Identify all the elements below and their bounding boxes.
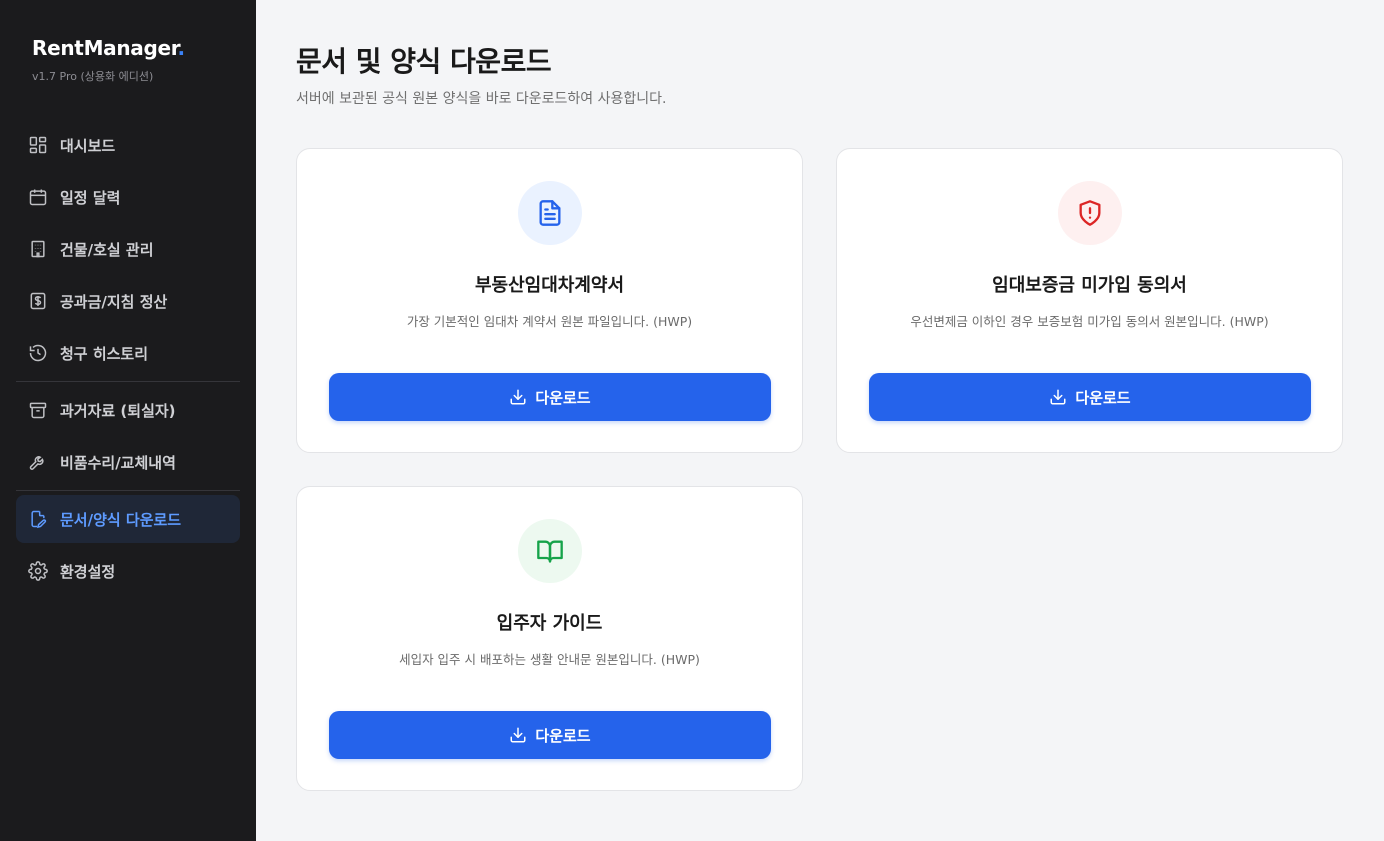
document-card-tenant-guide: 입주자 가이드 세입자 입주 시 배포하는 생활 안내문 원본입니다. (HWP… <box>296 486 803 791</box>
sidebar-item-history[interactable]: 청구 히스토리 <box>16 329 240 377</box>
download-button[interactable]: 다운로드 <box>329 373 771 421</box>
building-icon <box>28 239 48 259</box>
download-icon <box>510 389 526 405</box>
brand: RentManager. v1.7 Pro (상용화 에디션) <box>32 36 185 84</box>
sidebar-item-label: 대시보드 <box>60 136 116 155</box>
sidebar-item-repairs[interactable]: 비품수리/교체내역 <box>16 438 240 486</box>
card-icon-wrap <box>518 181 582 245</box>
sidebar-item-label: 일정 달력 <box>60 188 121 207</box>
sidebar-item-label: 비품수리/교체내역 <box>60 453 176 472</box>
card-icon-wrap <box>1058 181 1122 245</box>
card-description: 가장 기본적인 임대차 계약서 원본 파일입니다. (HWP) <box>406 314 693 329</box>
sidebar-item-label: 과거자료 (퇴실자) <box>60 401 176 420</box>
brand-version: v1.7 Pro (상용화 에디션) <box>32 70 154 83</box>
sidebar-nav: 대시보드 일정 달력 건물/호실 관리 공과금/지침 정산 청구 히스토리 과거… <box>16 121 240 599</box>
card-description: 우선변제금 이하인 경우 보증보험 미가입 동의서 원본입니다. (HWP) <box>910 314 1269 329</box>
sidebar-item-buildings[interactable]: 건물/호실 관리 <box>16 225 240 273</box>
sidebar-item-dashboard[interactable]: 대시보드 <box>16 121 240 169</box>
book-open-icon <box>537 540 563 563</box>
sidebar-item-label: 건물/호실 관리 <box>60 240 154 259</box>
download-icon <box>1050 389 1066 405</box>
sidebar-item-documents[interactable]: 문서/양식 다운로드 <box>16 495 240 543</box>
download-button[interactable]: 다운로드 <box>329 711 771 759</box>
download-icon <box>510 727 526 743</box>
gear-icon <box>28 561 48 581</box>
download-button[interactable]: 다운로드 <box>869 373 1311 421</box>
sidebar-item-archive[interactable]: 과거자료 (퇴실자) <box>16 386 240 434</box>
card-description: 세입자 입주 시 배포하는 생활 안내문 원본입니다. (HWP) <box>399 652 700 667</box>
sidebar-item-label: 문서/양식 다운로드 <box>60 510 182 529</box>
archive-icon <box>28 400 48 420</box>
card-icon-wrap <box>518 519 582 583</box>
sidebar-item-calendar[interactable]: 일정 달력 <box>16 173 240 221</box>
calendar-icon <box>28 187 48 207</box>
sidebar-item-settings[interactable]: 환경설정 <box>16 547 240 595</box>
sidebar-divider <box>16 490 240 491</box>
wrench-icon <box>28 452 48 472</box>
card-title: 임대보증금 미가입 동의서 <box>992 275 1187 296</box>
card-title: 부동산임대차계약서 <box>474 275 625 296</box>
sidebar-divider <box>16 381 240 382</box>
download-button-label: 다운로드 <box>535 726 591 745</box>
file-edit-icon <box>28 509 48 529</box>
document-card-lease-contract: 부동산임대차계약서 가장 기본적인 임대차 계약서 원본 파일입니다. (HWP… <box>296 148 803 453</box>
sidebar: RentManager. v1.7 Pro (상용화 에디션) 대시보드 일정 … <box>0 0 256 841</box>
document-card-deposit-consent: 임대보증금 미가입 동의서 우선변제금 이하인 경우 보증보험 미가입 동의서 … <box>836 148 1343 453</box>
page-title: 문서 및 양식 다운로드 <box>296 45 552 78</box>
shield-alert-icon <box>1079 200 1101 226</box>
sidebar-item-label: 공과금/지침 정산 <box>60 292 168 311</box>
receipt-dollar-icon <box>28 291 48 311</box>
card-title: 입주자 가이드 <box>496 613 603 634</box>
brand-dot: . <box>177 36 186 60</box>
history-icon <box>28 343 48 363</box>
main-content: 문서 및 양식 다운로드 서버에 보관된 공식 원본 양식을 바로 다운로드하여… <box>256 0 1384 841</box>
dashboard-icon <box>28 135 48 155</box>
download-button-label: 다운로드 <box>535 388 591 407</box>
sidebar-item-utilities[interactable]: 공과금/지침 정산 <box>16 277 240 325</box>
sidebar-item-label: 청구 히스토리 <box>60 344 149 363</box>
brand-name[interactable]: RentManager. <box>32 36 185 60</box>
download-button-label: 다운로드 <box>1075 388 1131 407</box>
page-subtitle: 서버에 보관된 공식 원본 양식을 바로 다운로드하여 사용합니다. <box>296 91 667 107</box>
document-icon <box>539 200 561 226</box>
sidebar-item-label: 환경설정 <box>60 562 116 581</box>
